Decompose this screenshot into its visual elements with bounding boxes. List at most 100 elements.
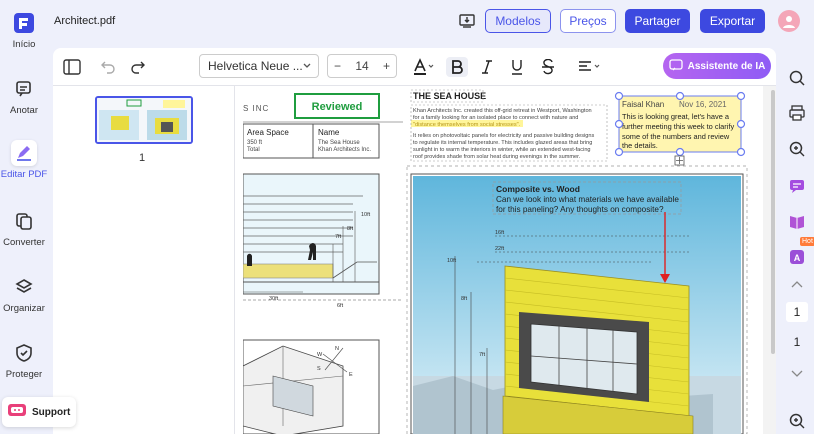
exportar-button[interactable]: Exportar bbox=[700, 9, 765, 33]
layers-icon bbox=[11, 274, 37, 300]
header-company-text: S INC bbox=[243, 104, 269, 113]
composite-line-1: Can we look into what materials we have … bbox=[496, 195, 679, 204]
svg-text:A: A bbox=[794, 253, 801, 263]
ai-translate-icon[interactable]: A bbox=[786, 246, 808, 268]
dim-8ft-left: 8ft bbox=[347, 226, 354, 232]
current-page-field[interactable]: 1 bbox=[786, 302, 808, 322]
comment-icon[interactable] bbox=[786, 175, 808, 197]
font-size-stepper[interactable]: − 14 + bbox=[327, 54, 397, 78]
page-thumbnail[interactable] bbox=[95, 96, 193, 144]
dim-10ft-left: 10ft bbox=[361, 212, 371, 218]
zoom-in-icon[interactable] bbox=[786, 410, 808, 432]
text-color-icon[interactable] bbox=[411, 57, 437, 77]
thumbnail-page-number: 1 bbox=[139, 152, 146, 164]
rail-convert[interactable]: Converter bbox=[0, 208, 48, 248]
precos-button[interactable]: Preços bbox=[560, 9, 616, 33]
highlighted-text: "distance themselves from social stresse… bbox=[413, 122, 521, 128]
table-area-space-header: Area Space bbox=[247, 128, 289, 137]
thumbnail-panel: 1 bbox=[53, 86, 235, 434]
right-rail: Hot A 1 1 bbox=[780, 48, 814, 434]
composite-title: Composite vs. Wood bbox=[496, 184, 580, 194]
comment-line-2: further meeting this week to clarify bbox=[622, 122, 734, 131]
dim-8ft-render: 8ft bbox=[461, 296, 468, 302]
paragraph-1-line-1: Khan Architects Inc. created this off-gr… bbox=[413, 108, 592, 114]
zoom-icon[interactable] bbox=[786, 138, 808, 160]
dim-6ft: 6ft bbox=[337, 303, 344, 309]
partager-button[interactable]: Partager bbox=[625, 9, 690, 33]
dim-7ft-render: 7ft bbox=[479, 352, 486, 358]
table-name-value: The Sea House bbox=[318, 140, 360, 146]
compass-w: W bbox=[317, 352, 323, 358]
page-thumbnail-preview bbox=[97, 98, 191, 142]
edit-pdf-icon bbox=[11, 140, 37, 166]
document-heading: THE SEA HOUSE bbox=[413, 91, 486, 101]
strikethrough-icon[interactable] bbox=[537, 57, 559, 77]
ai-read-icon[interactable] bbox=[786, 210, 808, 232]
table-name-header: Name bbox=[318, 128, 340, 137]
italic-icon[interactable] bbox=[476, 57, 498, 77]
move-handle-icon[interactable] bbox=[674, 155, 685, 166]
chevron-down-icon[interactable] bbox=[786, 362, 808, 384]
paragraph-2-line-4: roof provides shade from solar heat duri… bbox=[413, 154, 581, 160]
home-icon bbox=[11, 10, 37, 36]
ai-assistant-button[interactable]: Assistente de IA bbox=[663, 53, 771, 79]
paragraph-2-line-1: It relies on photovoltaic panels for ele… bbox=[413, 133, 594, 139]
underline-icon[interactable] bbox=[506, 57, 528, 77]
rail-protect[interactable]: Proteger bbox=[0, 340, 48, 380]
rail-edit-pdf[interactable]: Editar PDF bbox=[0, 140, 48, 180]
align-icon[interactable] bbox=[577, 57, 603, 77]
left-rail: Início Anotar Editar PDF Converter Organ… bbox=[0, 0, 48, 434]
bold-icon[interactable] bbox=[446, 57, 468, 77]
shield-icon bbox=[11, 340, 37, 366]
dim-30ft: 30ft bbox=[269, 296, 279, 302]
dim-22ft: 22ft bbox=[495, 246, 505, 252]
total-pages: 1 bbox=[793, 335, 801, 349]
search-icon[interactable] bbox=[786, 67, 808, 89]
pdf-page: S INC Reviewed Area Space 350 ft Total N… bbox=[243, 86, 763, 434]
comment-line-1: This is looking great, let's have a bbox=[622, 112, 730, 121]
compass-n: N bbox=[335, 346, 339, 352]
plus-icon[interactable]: + bbox=[383, 59, 390, 73]
convert-icon bbox=[11, 208, 37, 234]
compass-e: E bbox=[349, 372, 353, 378]
undo-icon[interactable] bbox=[97, 57, 119, 77]
comment-line-4: the details. bbox=[622, 141, 658, 150]
rail-annotate[interactable]: Anotar bbox=[0, 76, 48, 116]
redo-icon[interactable] bbox=[127, 57, 149, 77]
table-company-value: Khan Architects Inc. bbox=[318, 147, 371, 153]
dim-10ft-render: 10ft bbox=[447, 258, 457, 264]
annotate-icon bbox=[11, 76, 37, 102]
modelos-button[interactable]: Modelos bbox=[485, 9, 551, 33]
chevron-up-icon[interactable] bbox=[786, 274, 808, 296]
minus-icon[interactable]: − bbox=[334, 59, 341, 73]
table-total: Total bbox=[247, 147, 260, 153]
file-title: Architect.pdf bbox=[54, 15, 116, 27]
reviewed-stamp-text: Reviewed bbox=[312, 101, 363, 113]
main-panel: Helvetica Neue ... − 14 + Assistente de bbox=[53, 48, 776, 434]
ai-assistant-icon bbox=[668, 58, 683, 74]
support-icon bbox=[7, 403, 27, 422]
download-icon[interactable] bbox=[456, 11, 478, 31]
paragraph-2-line-2: to regulate its internal temperature. Th… bbox=[413, 140, 592, 146]
font-family-select[interactable]: Helvetica Neue ... bbox=[199, 54, 319, 78]
comment-line-3: some of the numbers and review bbox=[622, 132, 730, 141]
dim-7ft-left: 7ft bbox=[335, 234, 342, 240]
paragraph-2-line-3: sunlight in to warm the interiors in win… bbox=[413, 147, 591, 153]
comment-author: Faisal Khan bbox=[622, 100, 664, 109]
sidebar-toggle-icon[interactable] bbox=[61, 57, 83, 77]
comment-date: Nov 16, 2021 bbox=[679, 100, 727, 109]
dim-16ft: 16ft bbox=[495, 230, 505, 236]
edit-toolbar: Helvetica Neue ... − 14 + Assistente de bbox=[53, 48, 776, 86]
table-area-value: 350 ft bbox=[247, 140, 262, 146]
chevron-down-icon bbox=[302, 60, 312, 74]
avatar[interactable] bbox=[778, 10, 800, 32]
document-scrollbar[interactable] bbox=[771, 90, 775, 354]
rail-organize[interactable]: Organizar bbox=[0, 274, 48, 314]
composite-line-2: for this paneling? Any thoughts on compo… bbox=[496, 205, 664, 214]
print-icon[interactable] bbox=[786, 102, 808, 124]
rail-home[interactable]: Início bbox=[0, 10, 48, 50]
hot-badge: Hot bbox=[800, 237, 814, 246]
support-button[interactable]: Support bbox=[2, 397, 76, 427]
compass-s: S bbox=[317, 366, 321, 372]
document-canvas: S INC Reviewed Area Space 350 ft Total N… bbox=[243, 86, 776, 434]
